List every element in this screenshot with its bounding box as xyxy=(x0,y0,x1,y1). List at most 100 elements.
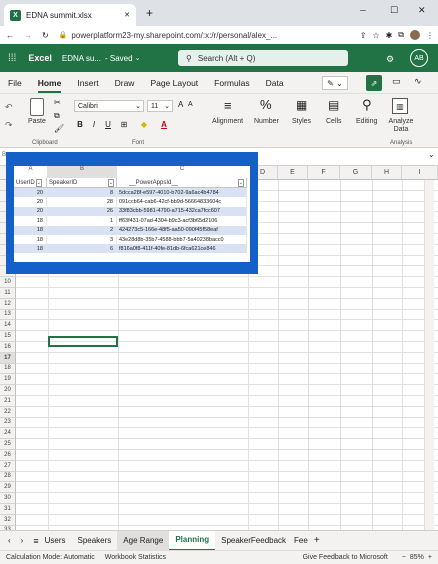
row-header[interactable]: 31 xyxy=(0,504,16,515)
tab-page-layout[interactable]: Page Layout xyxy=(142,72,206,94)
table-cell[interactable]: 8 xyxy=(47,188,117,197)
row-header[interactable]: 28 xyxy=(0,471,16,483)
table-cell[interactable]: 18 xyxy=(14,216,47,226)
row-header[interactable]: 10 xyxy=(0,277,16,288)
active-cell[interactable] xyxy=(48,336,118,347)
add-sheet-button[interactable]: + xyxy=(314,535,320,546)
tab-close-icon[interactable]: ✕ xyxy=(124,11,130,19)
paste-icon[interactable] xyxy=(30,98,44,116)
column-header[interactable]: H xyxy=(372,166,402,180)
maximize-button[interactable]: ☐ xyxy=(390,5,398,16)
row-header[interactable]: 19 xyxy=(0,374,16,386)
row-header[interactable]: 23 xyxy=(0,417,16,429)
filter-dropdown-icon[interactable]: ⌄ xyxy=(107,178,114,187)
table-cell[interactable]: 6 xyxy=(47,244,117,254)
number-button[interactable]: Number xyxy=(254,118,279,125)
increase-font-icon[interactable]: A xyxy=(178,100,183,109)
decrease-font-icon[interactable]: A xyxy=(188,101,193,108)
font-name-select[interactable]: Calibri ⌄ xyxy=(74,100,144,112)
column-header[interactable]: G xyxy=(340,166,372,180)
close-window-button[interactable]: ✕ xyxy=(418,5,426,16)
font-color-icon[interactable]: A xyxy=(158,118,170,130)
redo-icon[interactable]: ↷ xyxy=(5,120,13,131)
row-header[interactable]: 22 xyxy=(0,406,16,418)
pen-mode-button[interactable]: ✎ ⌄ xyxy=(322,76,348,90)
table-cell[interactable]: 28 xyxy=(47,197,117,207)
row-header[interactable]: 17 xyxy=(0,352,16,364)
filter-dropdown-icon[interactable]: ⌄ xyxy=(237,178,244,187)
filter-dropdown-icon[interactable]: ⌄ xyxy=(35,178,42,187)
new-tab-button[interactable]: + xyxy=(146,6,153,20)
scroll-right-icon[interactable]: › xyxy=(21,536,24,545)
row-header[interactable]: 12 xyxy=(0,298,16,310)
browser-menu-icon[interactable]: ⋮ xyxy=(426,31,434,40)
table-cell[interactable]: 3 xyxy=(47,235,117,244)
table-cell[interactable]: f816a0f8-411f-40fe-81db-6fca621ce846 xyxy=(117,244,247,254)
search-input[interactable]: ⚲ Search (Alt + Q) xyxy=(178,50,348,66)
browser-tab[interactable]: X EDNA summit.xlsx ✕ xyxy=(4,4,136,26)
user-avatar[interactable]: AB xyxy=(410,49,428,67)
sheet-tab-fee[interactable]: Fee xyxy=(292,531,310,551)
row-header[interactable]: 29 xyxy=(0,482,16,494)
sheet-tab-planning[interactable]: Planning xyxy=(169,530,216,551)
table-header-speakerid[interactable]: SpeakerID ⌄ xyxy=(47,178,117,188)
extension-icon[interactable]: ✱ xyxy=(386,31,393,40)
chevron-down-icon[interactable]: ⌄ xyxy=(135,54,141,62)
scroll-left-icon[interactable]: ‹ xyxy=(8,536,11,545)
sheet-tab-speakers[interactable]: Speakers xyxy=(72,531,118,551)
table-cell[interactable]: 18 xyxy=(14,235,47,244)
styles-button[interactable]: Styles xyxy=(292,118,311,125)
comments-icon[interactable]: ▭ xyxy=(392,76,401,87)
zoom-in-icon[interactable]: + xyxy=(428,554,432,561)
table-cell[interactable]: 2 xyxy=(47,225,117,235)
styles-icon[interactable]: ▦ xyxy=(296,98,307,112)
row-header[interactable]: 32 xyxy=(0,514,16,526)
row-header[interactable]: 30 xyxy=(0,493,16,504)
row-header[interactable]: 18 xyxy=(0,363,16,375)
tab-file[interactable]: File xyxy=(0,72,30,94)
reload-icon[interactable]: ↻ xyxy=(42,31,49,40)
table-header-powerappsid[interactable]: __PowerAppsId__ ⌄ xyxy=(117,178,247,188)
tab-data[interactable]: Data xyxy=(258,72,292,94)
font-size-select[interactable]: 11 ⌄ xyxy=(147,100,173,112)
row-header[interactable]: 13 xyxy=(0,309,16,321)
analyze-data-icon[interactable]: ▥ xyxy=(392,98,408,114)
cells-icon[interactable]: ▤ xyxy=(328,98,339,112)
table-cell[interactable]: 1 xyxy=(47,216,117,226)
tab-draw[interactable]: Draw xyxy=(107,72,143,94)
table-cell[interactable]: 20 xyxy=(14,197,47,207)
url-field[interactable]: powerplatform23-my.sharepoint.com/:x:/r/… xyxy=(71,31,277,40)
column-header[interactable]: I xyxy=(402,166,438,180)
row-header[interactable]: 24 xyxy=(0,428,16,440)
share-icon[interactable]: ⇪ xyxy=(360,31,367,40)
table-cell[interactable]: 091ccb64-cab6-42cf-bb9d-56664833604c xyxy=(117,197,247,207)
cut-icon[interactable]: ✂ xyxy=(54,98,61,107)
forward-icon[interactable]: → xyxy=(24,31,32,40)
underline-button[interactable]: U xyxy=(102,118,114,130)
workbook-statistics[interactable]: Workbook Statistics xyxy=(105,554,166,561)
row-header[interactable]: 26 xyxy=(0,450,16,461)
document-name[interactable]: EDNA su... xyxy=(62,54,101,63)
settings-icon[interactable]: ⚙ xyxy=(386,54,394,65)
cells-button[interactable]: Cells xyxy=(326,118,342,125)
row-header[interactable]: 16 xyxy=(0,342,16,353)
table-cell[interactable]: 20 xyxy=(14,188,47,197)
activity-icon[interactable]: ∿ xyxy=(414,76,422,87)
table-cell[interactable]: 20 xyxy=(14,206,47,216)
row-header[interactable]: 20 xyxy=(0,385,16,396)
alignment-icon[interactable]: ≡ xyxy=(224,98,232,113)
column-header[interactable]: E xyxy=(278,166,308,180)
alignment-button[interactable]: Alignment xyxy=(212,118,243,125)
app-launcher-icon[interactable]: ⁞⁞⁞ xyxy=(8,53,16,64)
zoom-out-icon[interactable]: − xyxy=(402,554,406,561)
table-cell[interactable]: ff63f431-07ad-4304-b9c3-acf3b65d2106 xyxy=(117,216,247,226)
sheet-tab-speakerfeedback[interactable]: SpeakerFeedback xyxy=(215,531,292,551)
data-table[interactable]: A B C UserID ⌄ SpeakerID ⌄ __PowerAppsId__… xyxy=(14,166,250,262)
tab-insert[interactable]: Insert xyxy=(69,72,106,94)
vertical-scrollbar[interactable] xyxy=(424,180,434,530)
table-cell[interactable]: 5dcca28f-e597-4010-b702-9a6ac4b4784 xyxy=(117,188,247,197)
table-cell[interactable]: 43e28d8b-35b7-4588-bbb7-5a40238bacc0 xyxy=(117,235,247,244)
table-cell[interactable]: 18 xyxy=(14,225,47,235)
sheet-tab-users[interactable]: Users xyxy=(39,531,72,551)
back-icon[interactable]: ← xyxy=(6,31,14,40)
